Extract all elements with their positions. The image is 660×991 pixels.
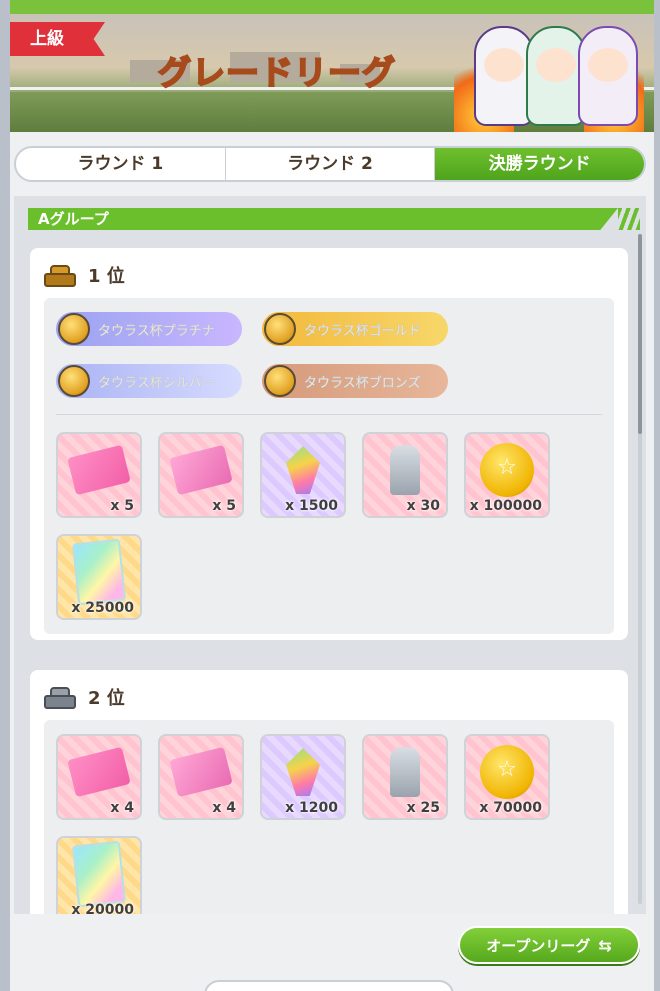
stripes-decoration bbox=[618, 208, 640, 230]
title-badge[interactable]: タウラス杯シルバー bbox=[56, 364, 242, 398]
reward-item[interactable]: x 100000 bbox=[464, 432, 550, 518]
tab-round-1[interactable]: ラウンド 1 bbox=[16, 148, 226, 180]
rank-tag: 上級 bbox=[10, 22, 105, 56]
divider bbox=[56, 414, 602, 415]
place-header: 2 位 bbox=[42, 682, 125, 712]
place-card-1: 1 位 タウラス杯プラチナ タウラス杯ゴールド タウラス杯シルバー タウラス杯ブ… bbox=[30, 248, 628, 640]
carrot-crystal-icon bbox=[286, 446, 320, 495]
characters-illustration bbox=[454, 16, 644, 132]
title-badge-label: タウラス杯シルバー bbox=[98, 375, 215, 391]
reward-qty: x 30 bbox=[406, 498, 440, 514]
league-title: グレードリーグ bbox=[157, 52, 396, 93]
reward-qty: x 5 bbox=[212, 498, 236, 514]
place-label: 1 位 bbox=[88, 266, 125, 287]
pink-ticket-icon bbox=[67, 444, 131, 496]
medal-icon bbox=[264, 365, 296, 397]
title-badge[interactable]: タウラス杯ゴールド bbox=[262, 312, 448, 346]
medal-icon bbox=[264, 313, 296, 345]
open-league-button[interactable]: オープンリーグ ⇆ bbox=[458, 926, 640, 964]
pink-ticket-icon bbox=[169, 444, 233, 496]
character-avatar bbox=[526, 26, 586, 126]
rewards-panel[interactable]: Aグループ 1 位 タウラス杯プラチナ タウラス杯ゴールド タウラス杯シルバー … bbox=[14, 196, 646, 914]
title-badge-label: タウラス杯ブロンズ bbox=[304, 375, 421, 391]
title-badge[interactable]: タウラス杯ブロンズ bbox=[262, 364, 448, 398]
group-header: Aグループ bbox=[28, 208, 618, 230]
reward-item[interactable]: x 5 bbox=[158, 432, 244, 518]
place-card-2: 2 位 x 4 x 4 x 1200 x 25 ☆ x 70000 x 2000… bbox=[30, 670, 628, 914]
open-league-label: オープンリーグ bbox=[486, 936, 591, 955]
top-bar bbox=[10, 0, 654, 14]
reward-item[interactable]: x 25000 bbox=[56, 534, 142, 620]
reward-item[interactable]: x 5 bbox=[56, 432, 142, 518]
reward-item[interactable]: x 1500 bbox=[260, 432, 346, 518]
reward-item[interactable]: x 4 bbox=[56, 734, 142, 820]
reward-box: x 4 x 4 x 1200 x 25 x 70000 bbox=[44, 720, 614, 914]
gold-coin-icon bbox=[480, 745, 534, 800]
horse-statue-icon bbox=[390, 445, 420, 496]
reward-qty: x 1500 bbox=[285, 498, 338, 514]
rainbow-card-icon bbox=[71, 840, 127, 908]
reward-qty: x 25000 bbox=[71, 600, 134, 616]
carrot-crystal-icon bbox=[286, 748, 320, 797]
reward-qty: x 4 bbox=[110, 800, 134, 816]
swap-arrows-icon: ⇆ bbox=[598, 935, 612, 955]
reward-box: タウラス杯プラチナ タウラス杯ゴールド タウラス杯シルバー タウラス杯ブロンズ bbox=[44, 298, 614, 634]
character-avatar bbox=[474, 26, 534, 126]
horse-statue-icon bbox=[390, 747, 420, 798]
medal-icon bbox=[58, 313, 90, 345]
reward-item[interactable]: x 30 bbox=[362, 432, 448, 518]
reward-qty: x 100000 bbox=[469, 498, 542, 514]
reward-item[interactable]: x 25 bbox=[362, 734, 448, 820]
gold-trophy-icon bbox=[42, 261, 78, 289]
title-badge-label: タウラス杯ゴールド bbox=[304, 323, 421, 339]
reward-qty: x 20000 bbox=[71, 902, 134, 914]
pink-ticket-icon bbox=[169, 746, 233, 798]
pink-ticket-icon bbox=[67, 746, 131, 798]
reward-qty: x 5 bbox=[110, 498, 134, 514]
tab-round-2[interactable]: ラウンド 2 bbox=[226, 148, 436, 180]
character-face bbox=[536, 48, 576, 82]
scrollbar-thumb[interactable] bbox=[638, 234, 642, 434]
app-frame: 上級 グレードリーグ ラウンド 1 ラウンド 2 決勝ラウンド Aグループ 1 … bbox=[10, 0, 654, 991]
reward-qty: x 4 bbox=[212, 800, 236, 816]
reward-item[interactable]: x 70000 bbox=[464, 734, 550, 820]
place-label: 2 位 bbox=[88, 688, 125, 709]
gold-coin-icon bbox=[480, 443, 534, 498]
round-tabs: ラウンド 1 ラウンド 2 決勝ラウンド bbox=[14, 146, 646, 182]
reward-item[interactable]: x 20000 bbox=[56, 836, 142, 914]
character-face bbox=[588, 48, 628, 82]
reward-qty: x 25 bbox=[406, 800, 440, 816]
reward-qty: x 1200 bbox=[285, 800, 338, 816]
character-face bbox=[484, 48, 524, 82]
bottom-bar[interactable] bbox=[204, 980, 454, 991]
trophy-base bbox=[44, 273, 76, 287]
place-header: 1 位 bbox=[42, 260, 125, 290]
title-badge-label: タウラス杯プラチナ bbox=[98, 323, 215, 339]
league-banner: 上級 グレードリーグ bbox=[10, 14, 654, 132]
character-avatar bbox=[578, 26, 638, 126]
medal-icon bbox=[58, 365, 90, 397]
title-badge[interactable]: タウラス杯プラチナ bbox=[56, 312, 242, 346]
group-label: Aグループ bbox=[38, 210, 109, 228]
silver-trophy-icon bbox=[42, 683, 78, 711]
trophy-base bbox=[44, 695, 76, 709]
rainbow-card-icon bbox=[71, 538, 127, 606]
tab-final-round[interactable]: 決勝ラウンド bbox=[435, 148, 644, 180]
reward-item[interactable]: x 4 bbox=[158, 734, 244, 820]
reward-item[interactable]: x 1200 bbox=[260, 734, 346, 820]
reward-qty: x 70000 bbox=[479, 800, 542, 816]
